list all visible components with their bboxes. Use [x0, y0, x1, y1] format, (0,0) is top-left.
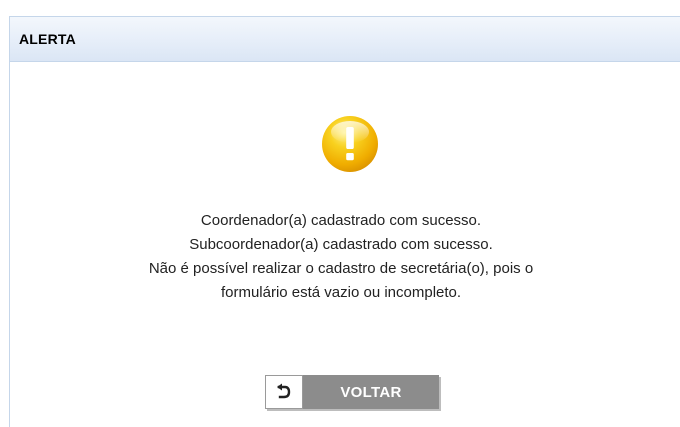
alert-title: ALERTA — [19, 31, 76, 47]
alert-message: Coordenador(a) cadastrado com sucesso. S… — [1, 209, 680, 305]
alert-page: ALERTA Coordenador(a) cadastrado com suc… — [0, 0, 680, 427]
alert-header: ALERTA — [10, 17, 680, 62]
message-line-1: Coordenador(a) cadastrado com sucesso. — [200, 212, 482, 229]
alert-panel: ALERTA Coordenador(a) cadastrado com suc… — [9, 16, 680, 427]
message-line-3: Não é possível realizar o cadastro de se… — [148, 260, 534, 277]
back-icon-box[interactable] — [265, 375, 303, 409]
message-line-4: formulário está vazio ou incompleto. — [220, 284, 462, 301]
warning-exclamation-icon — [322, 116, 378, 172]
back-button[interactable]: VOLTAR — [265, 375, 439, 409]
back-button-label[interactable]: VOLTAR — [303, 375, 439, 409]
return-arrow-icon — [277, 383, 291, 399]
alert-content: Coordenador(a) cadastrado com sucesso. S… — [10, 62, 680, 427]
message-line-2: Subcoordenador(a) cadastrado com sucesso… — [189, 236, 493, 253]
